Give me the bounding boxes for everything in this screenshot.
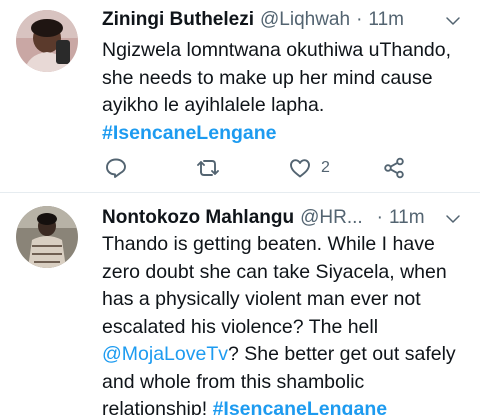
tweet-line: relationship! #IsencaneLengane [102, 396, 474, 415]
tweet-line: ayikho le ayihlalele lapha. [102, 94, 325, 116]
share-button[interactable] [382, 155, 406, 181]
tweet-line: has a physically violent man ever not [102, 288, 421, 310]
tweet-line: escalated his violence? The hell [102, 315, 379, 338]
tweet-text: Thando is getting beaten. While I have z… [102, 231, 474, 415]
tweet-header: Ziningi Buthelezi @Liqhwah · 11m [102, 8, 472, 32]
retweet-icon [197, 160, 219, 176]
tweet[interactable]: Ziningi Buthelezi @Liqhwah · 11m Ngizwel… [0, 0, 480, 193]
timestamp[interactable]: 11m [368, 9, 404, 31]
reply-icon [106, 158, 126, 178]
share-icon [384, 157, 404, 179]
tweet-text: Ngizwela lomntwana okuthiwa uThando, she… [102, 37, 474, 147]
hashtag-link[interactable]: #IsencaneLengane [213, 398, 388, 415]
mention-link[interactable]: @MojaLoveTv [102, 343, 228, 365]
hashtag-link[interactable]: #IsencaneLengane [102, 120, 474, 148]
separator-dot: · [356, 9, 363, 30]
tweet[interactable]: Nontokozo Mahlangu @HR... · 11m Thando i… [0, 194, 480, 415]
tweet-line: zero doubt she can take Siyacela, when [102, 260, 447, 283]
tweet-line: and whole from this shambolic [102, 370, 365, 393]
tweet-line-text: relationship! [102, 398, 213, 415]
avatar[interactable] [16, 10, 78, 72]
like-icon [290, 159, 310, 178]
retweet-button[interactable] [196, 155, 220, 181]
like-button[interactable]: 2 [288, 155, 330, 181]
reply-button[interactable] [104, 155, 128, 181]
user-handle[interactable]: @Liqhwah [260, 9, 350, 31]
tweet-line: Thando is getting beaten. While I have [102, 233, 435, 255]
action-bar: 2 [102, 155, 422, 181]
tweet-line: Ngizwela lomntwana okuthiwa uThando, [102, 39, 452, 61]
chevron-down-icon[interactable] [444, 210, 462, 228]
separator-dot: · [376, 207, 383, 228]
display-name[interactable]: Ziningi Buthelezi [102, 9, 254, 31]
user-handle[interactable]: @HR... [300, 207, 363, 229]
tweet-line: @MojaLoveTv? She better get out safely [102, 341, 474, 369]
avatar[interactable] [16, 206, 78, 268]
like-count: 2 [321, 159, 330, 176]
chevron-down-icon[interactable] [444, 12, 462, 30]
timestamp[interactable]: 11m [389, 207, 425, 229]
tweet-header: Nontokozo Mahlangu @HR... · 11m [102, 206, 472, 230]
tweet-line: she needs to make up her mind cause [102, 66, 433, 89]
tweet-line-text: ? She better get out safely [228, 343, 456, 365]
display-name[interactable]: Nontokozo Mahlangu [102, 207, 294, 229]
